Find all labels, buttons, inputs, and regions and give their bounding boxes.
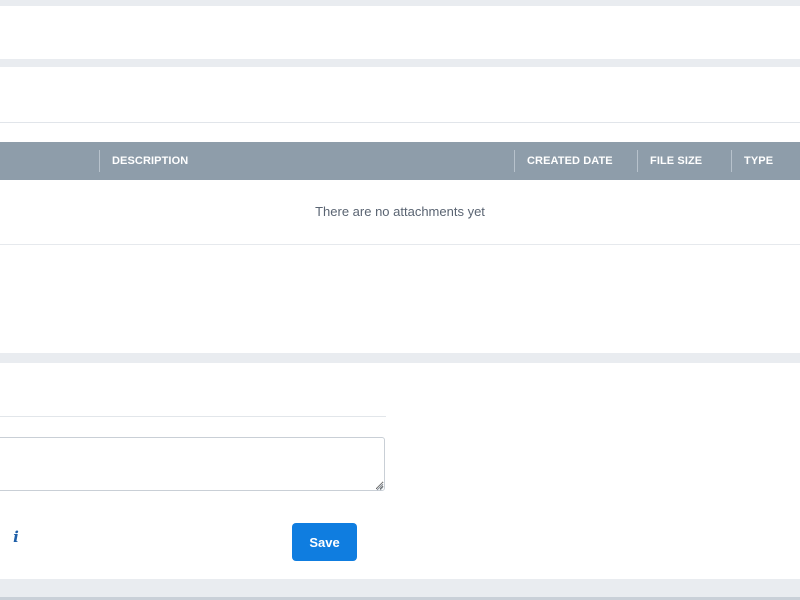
comment-form-panel: i Save — [0, 363, 800, 579]
column-header-type[interactable]: TYPE — [744, 142, 773, 180]
attachments-table-header: DESCRIPTION CREATED DATE FILE SIZE TYPE — [0, 142, 800, 180]
column-header-created-date[interactable]: CREATED DATE — [527, 142, 613, 180]
comment-textarea[interactable] — [0, 437, 385, 491]
save-button[interactable]: Save — [292, 523, 357, 561]
column-separator — [731, 150, 732, 172]
row-divider — [0, 244, 800, 245]
column-header-file-size[interactable]: FILE SIZE — [650, 142, 702, 180]
form-divider — [0, 416, 386, 417]
column-separator — [99, 150, 100, 172]
panel-header-divider — [0, 122, 800, 123]
attachments-panel: DESCRIPTION CREATED DATE FILE SIZE TYPE … — [0, 67, 800, 353]
column-header-description[interactable]: DESCRIPTION — [112, 142, 188, 180]
info-icon[interactable]: i — [10, 529, 22, 545]
column-separator — [514, 150, 515, 172]
top-panel — [0, 6, 800, 59]
column-separator — [637, 150, 638, 172]
empty-attachments-message: There are no attachments yet — [315, 204, 485, 219]
